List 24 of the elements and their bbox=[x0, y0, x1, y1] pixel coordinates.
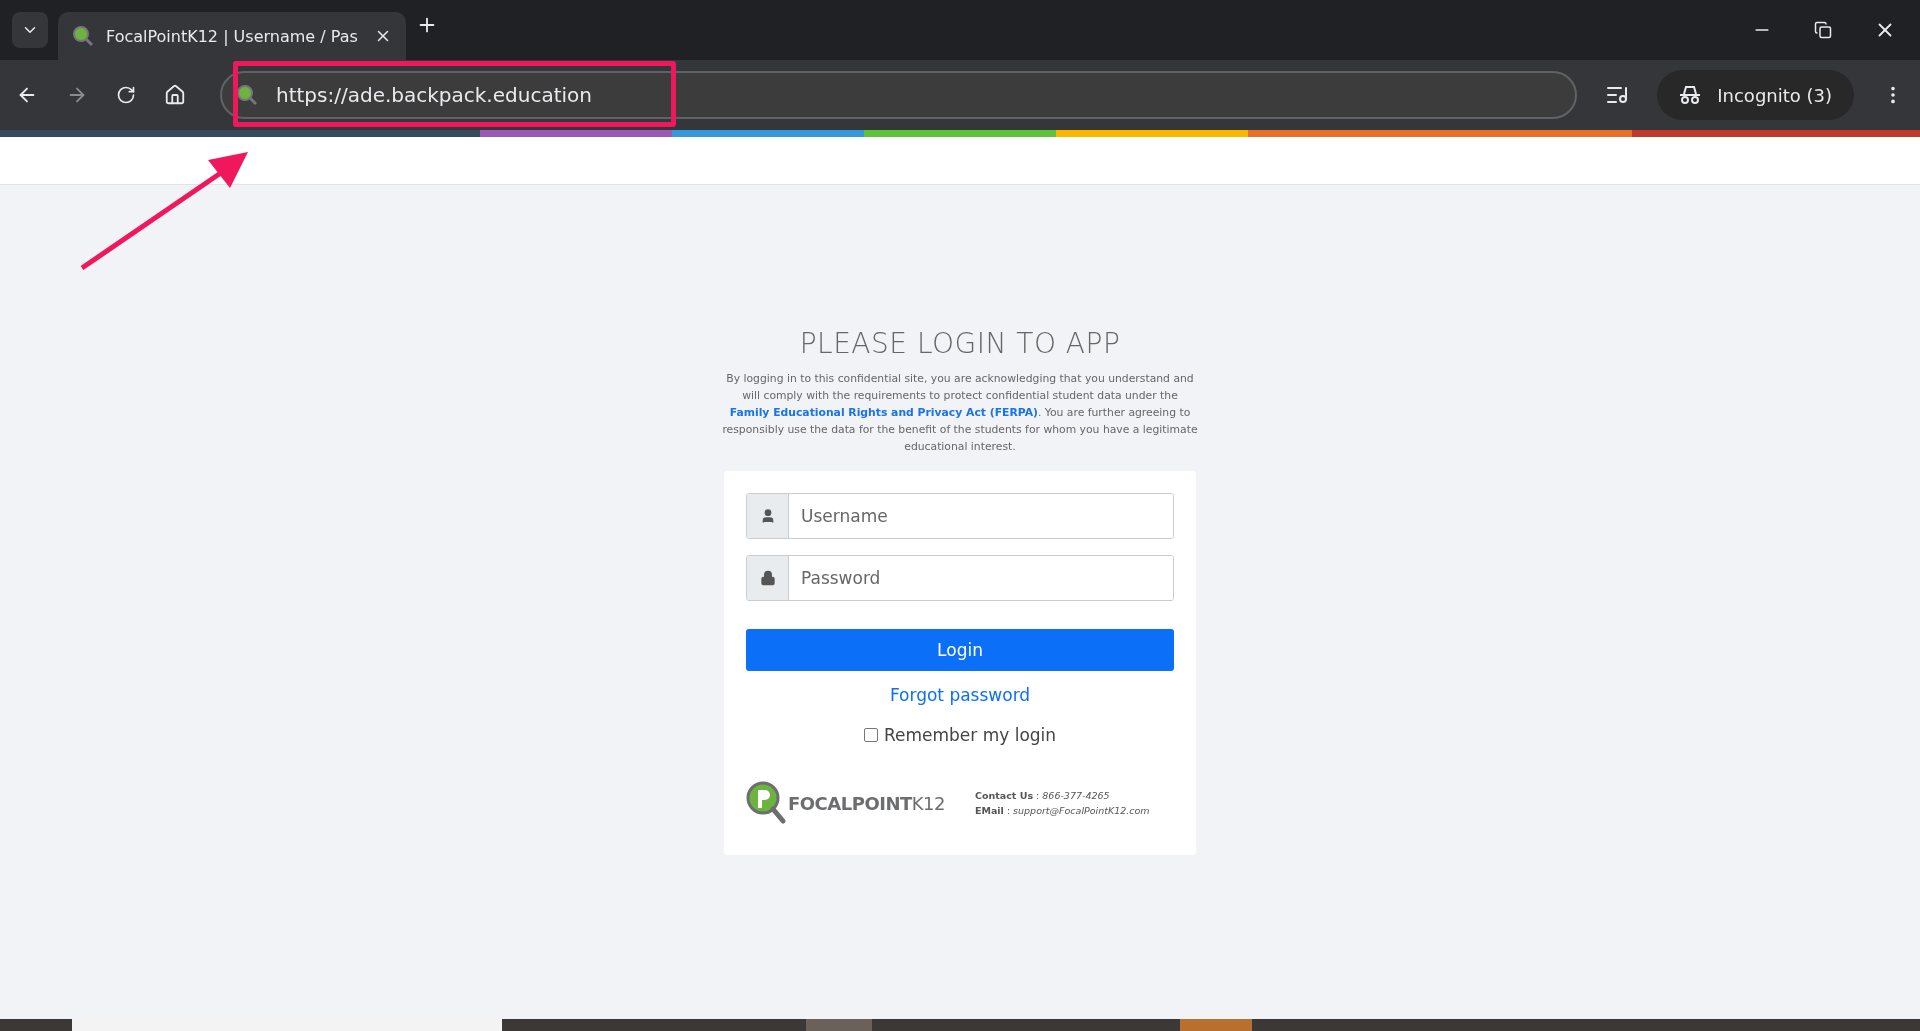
url-text: https://ade.backpack.education bbox=[276, 83, 592, 107]
input-field[interactable]: Username bbox=[746, 493, 1174, 539]
site-logo-icon bbox=[72, 25, 94, 47]
focalpoint-logo: FOCALPOINTK12 bbox=[746, 781, 945, 825]
contact-line: Contact Us : 866-377-4265 bbox=[974, 790, 1111, 801]
tab-title: FocalPointK12 | Username / Pas bbox=[106, 26, 359, 46]
lock-icon bbox=[759, 570, 776, 586]
forgot-password-link[interactable]: Forgot password bbox=[889, 685, 1031, 705]
reload-icon[interactable] bbox=[116, 85, 136, 105]
input-field[interactable]: Password bbox=[746, 555, 1174, 601]
incognito-button[interactable]: Incognito (3) bbox=[1657, 70, 1854, 120]
ferpa-link[interactable]: Family Educational Rights and Privacy Act (FERPA) bbox=[729, 406, 1038, 419]
address-bar[interactable]: https://ade.backpack.education bbox=[220, 71, 1578, 119]
site-logo-icon bbox=[236, 84, 258, 106]
login-heading: PLEASE LOGIN TO APP bbox=[799, 327, 1121, 360]
checkbox[interactable] bbox=[863, 728, 878, 742]
browser-tab[interactable]: FocalPointK12 | Username / Pas bbox=[58, 12, 406, 60]
incognito-icon bbox=[1679, 85, 1702, 105]
remember-checkbox[interactable]: Remember my login bbox=[863, 725, 1057, 745]
login-button[interactable]: Login bbox=[746, 629, 1174, 671]
ferpa-notice: By logging in to this confidential site, you are acknowledging that you understand and will comply with the requirements to protect confidential student data under the Family Educational Rights and Privacy Act (FERPA). You are further agreeing to responsibly use the data for the benefit of the students for whom you have a legitimate educational interest. bbox=[721, 371, 1199, 455]
restore-icon[interactable] bbox=[1814, 21, 1832, 39]
home-icon[interactable] bbox=[164, 84, 186, 106]
contact-line: EMail : support@FocalPointK12.com bbox=[974, 805, 1150, 816]
